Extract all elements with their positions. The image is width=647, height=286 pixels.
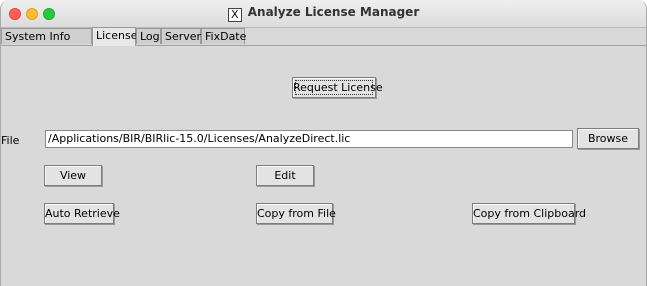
title-bar: X Analyze License Manager — [1, 0, 646, 28]
view-button[interactable]: View — [44, 165, 102, 186]
copy-from-clipboard-button[interactable]: Copy from Clipboard — [472, 203, 586, 224]
tab-fixdate[interactable]: FixDate — [201, 28, 246, 44]
auto-retrieve-button[interactable]: Auto Retrieve — [44, 203, 120, 224]
copy-from-file-button[interactable]: Copy from File — [256, 203, 336, 224]
window-title-group: X Analyze License Manager — [1, 5, 646, 22]
request-license-button[interactable]: Request License — [292, 77, 383, 98]
app-window: X Analyze License Manager System Info Lic… — [0, 0, 647, 286]
tab-bar: System Info License Log Server FixDate — [1, 27, 646, 46]
window-title: Analyze License Manager — [247, 5, 420, 19]
browse-button[interactable]: Browse — [577, 128, 639, 149]
tab-license[interactable]: License — [92, 27, 137, 46]
edit-button[interactable]: Edit — [256, 165, 314, 186]
file-label: File — [1, 134, 20, 147]
license-file-path-field[interactable]: /Applications/BIR/BIRlic-15.0/Licenses/A… — [45, 130, 573, 148]
x11-icon: X — [227, 8, 242, 22]
tab-server[interactable]: Server — [161, 28, 201, 44]
tab-system-info[interactable]: System Info — [1, 28, 92, 44]
tab-log[interactable]: Log — [136, 28, 161, 44]
